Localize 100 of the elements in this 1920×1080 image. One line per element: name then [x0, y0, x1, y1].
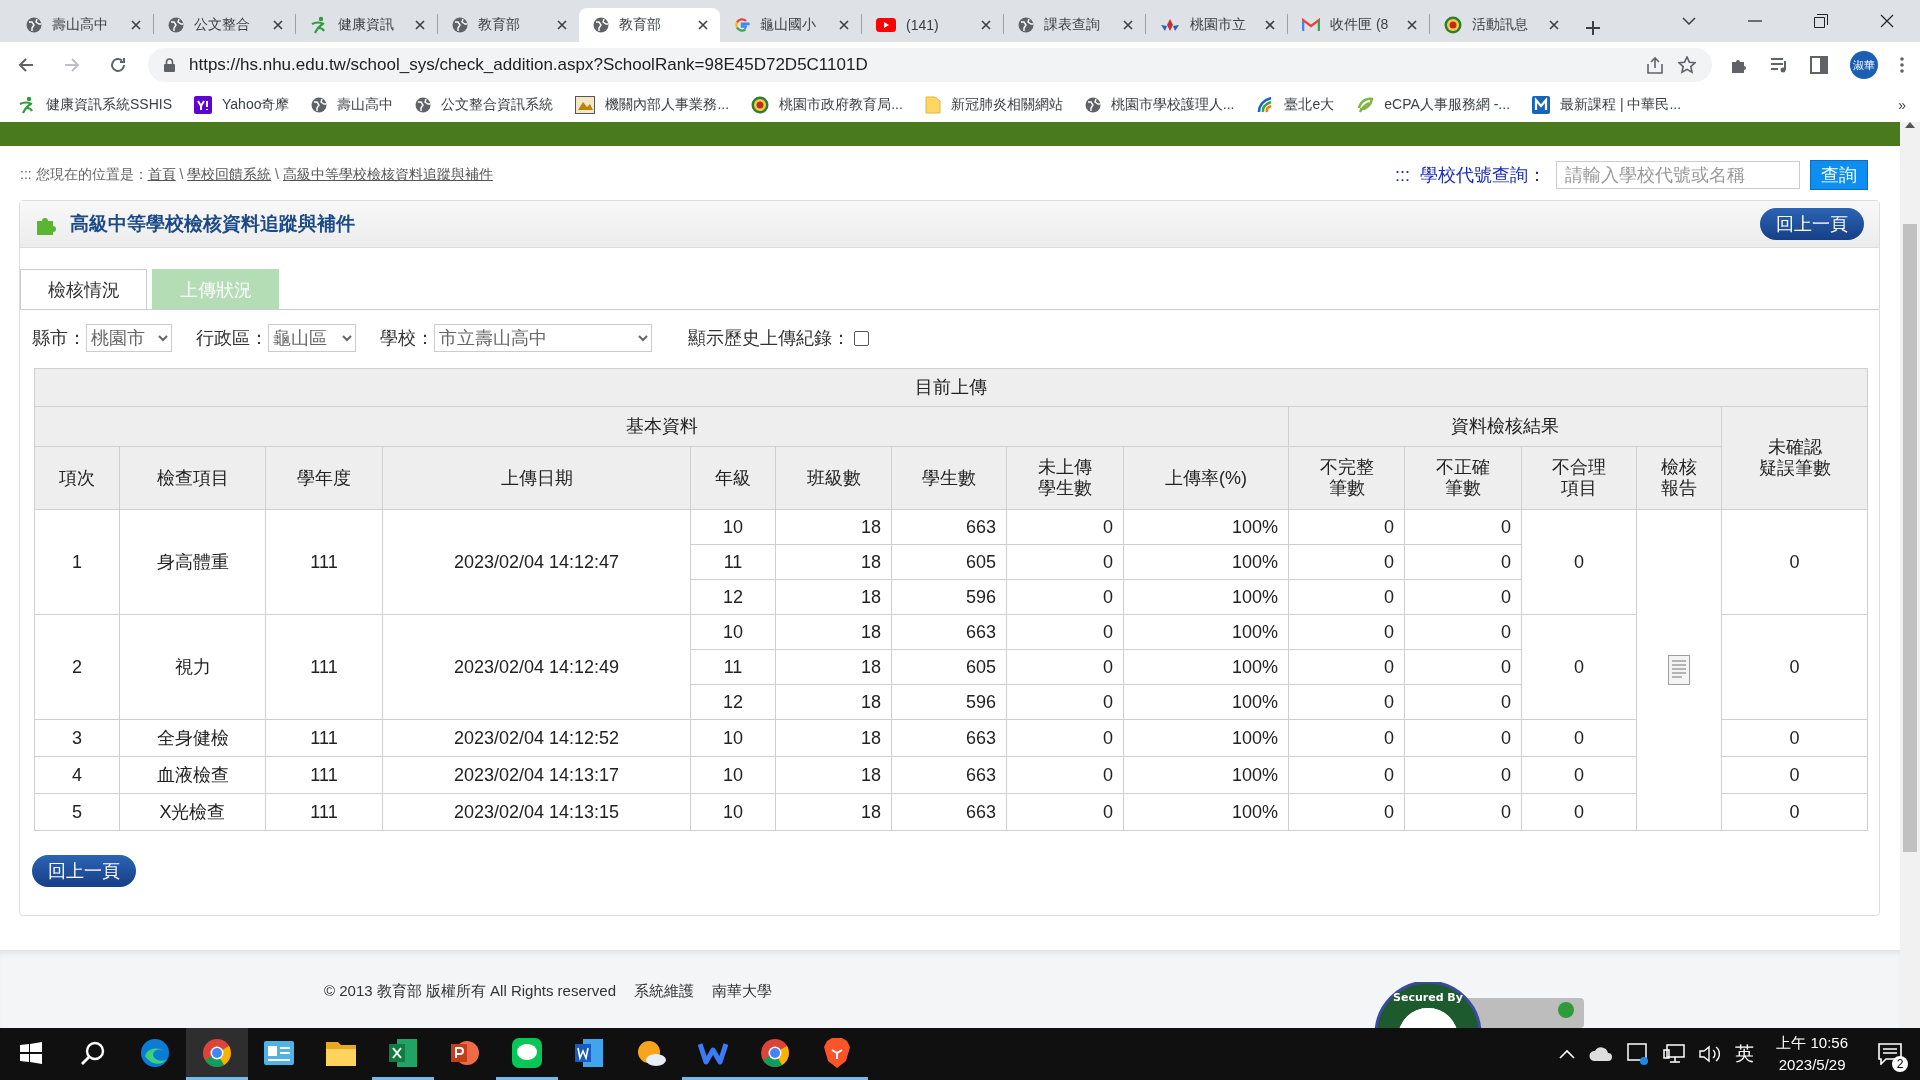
- table-cell: 100%: [1123, 649, 1289, 685]
- tab[interactable]: 檢核情況: [20, 269, 147, 309]
- browser-tab[interactable]: 健康資訊: [296, 8, 437, 42]
- m-logo-icon: [1532, 96, 1551, 114]
- bookmark[interactable]: 健康資訊系統SSHIS: [18, 96, 172, 114]
- back-button[interactable]: 回上一頁: [1760, 208, 1864, 240]
- bookmark[interactable]: 臺北e大: [1256, 96, 1335, 114]
- sprout-icon: [310, 16, 328, 34]
- bookmark[interactable]: 桃園市政府教育局...: [751, 96, 903, 114]
- weather-icon: [636, 1039, 666, 1066]
- table-cell: 0: [1006, 684, 1124, 720]
- bookmark[interactable]: 桃園市學校護理人...: [1084, 96, 1235, 114]
- side-panel-icon: [1810, 56, 1828, 74]
- new-tab-icon[interactable]: [1585, 20, 1601, 36]
- filter-label: 顯示歷史上傳紀錄：: [688, 327, 850, 350]
- chevron-up-icon: [1559, 1049, 1576, 1059]
- bookmark[interactable]: 新冠肺炎相關網站: [924, 96, 1063, 114]
- yahoo-icon: [194, 96, 212, 114]
- more-bookmarks-button[interactable]: »: [1898, 97, 1906, 113]
- district-dropdown[interactable]: 龜山區: [268, 324, 356, 352]
- breadcrumb-link[interactable]: 學校回饋系統: [187, 166, 272, 182]
- table-cell: 10: [690, 793, 776, 831]
- breadcrumb-link[interactable]: 高級中等學校檢核資料追蹤與補件: [282, 166, 493, 182]
- browser-tab[interactable]: 教育部: [438, 8, 579, 42]
- table-cell: 18: [775, 719, 892, 757]
- table-cell: 3: [34, 719, 120, 757]
- table-cell: 0: [1288, 614, 1405, 650]
- table-cell: 1: [34, 509, 120, 615]
- table-cell: 0: [1404, 509, 1522, 545]
- chrome-icon: [760, 1037, 790, 1068]
- bookmark[interactable]: eCPA人事服務網 -...: [1356, 96, 1511, 114]
- bookmark[interactable]: Yahoo奇摩: [194, 96, 290, 114]
- table-cell: 0: [1721, 719, 1868, 757]
- close-icon: [557, 20, 567, 30]
- globe-icon: [168, 17, 184, 33]
- table-cell: 視力: [119, 614, 266, 720]
- browser-tab[interactable]: 收件匣 (8: [1288, 8, 1429, 42]
- column-header: 項次: [58, 467, 96, 489]
- emblem-icon: [751, 96, 770, 114]
- bookmark[interactable]: 壽山高中: [311, 96, 394, 114]
- table-cell: 0: [1721, 614, 1868, 720]
- column-header: 項目: [1560, 478, 1598, 499]
- column-header: 不正確: [1435, 457, 1491, 478]
- browser-tab[interactable]: 課表查詢: [1004, 8, 1145, 42]
- notification-button[interactable]: 2: [1870, 1034, 1910, 1074]
- table-cell: 4: [34, 756, 120, 794]
- search-field[interactable]: 請輸入學校代號或名稱: [1556, 161, 1800, 189]
- history-checkbox[interactable]: [854, 330, 869, 346]
- table-cell: 11: [690, 649, 776, 685]
- table-cell: 596: [891, 684, 1007, 720]
- search-icon[interactable]: [80, 1039, 106, 1066]
- chrome-icon: [202, 1037, 232, 1068]
- browser-tab[interactable]: 教育部: [579, 8, 720, 42]
- browser-tab[interactable]: 壽山高中: [12, 8, 153, 42]
- table-cell: 0: [1721, 509, 1868, 615]
- address-bar[interactable]: https://hs.nhu.edu.tw/school_sys/check_addition.aspx?SchoolRank=98E45D72D5C1101D: [148, 48, 1712, 82]
- table-cell: 18: [775, 793, 892, 831]
- bookmark[interactable]: 最新課程 | 中華民...: [1532, 96, 1682, 114]
- table-cell: 2023/02/04 14:13:17: [382, 756, 691, 794]
- scrollbar[interactable]: [1900, 122, 1920, 1028]
- browser-tab[interactable]: 龜山國小: [720, 8, 861, 42]
- browser-tab[interactable]: 公文整合: [154, 8, 295, 42]
- minimize-icon: [1748, 20, 1762, 22]
- column-header: 不完整: [1318, 457, 1375, 478]
- clock[interactable]: 上午 10:56 2023/5/29: [1776, 1031, 1848, 1077]
- column-header: 疑誤筆數: [1757, 458, 1832, 479]
- bookmark[interactable]: 機關內部人事業務...: [575, 96, 730, 114]
- input-method-indicator[interactable]: 英: [1735, 1041, 1755, 1067]
- table-cell: 10: [690, 756, 776, 794]
- table-cell: 100%: [1123, 684, 1289, 720]
- windows-icon[interactable]: [20, 1041, 42, 1064]
- table-cell: 111: [265, 509, 383, 615]
- star-icon: [1678, 56, 1696, 74]
- globe-icon: [26, 17, 42, 33]
- table-cell: 2023/02/04 14:12:52: [382, 719, 691, 757]
- profile-avatar[interactable]: 淑華: [1850, 51, 1878, 79]
- school-dropdown[interactable]: 市立壽山高中: [434, 324, 652, 352]
- browser-tab[interactable]: 活動訊息: [1430, 8, 1571, 42]
- reload-icon: [110, 57, 126, 73]
- close-icon: [1123, 20, 1133, 30]
- table-cell: 663: [891, 614, 1007, 650]
- globe-icon: [1018, 17, 1034, 33]
- browser-tab[interactable]: (141): [862, 8, 1003, 42]
- city-dropdown[interactable]: 桃園市: [86, 324, 172, 352]
- table-cell: 0: [1721, 793, 1868, 831]
- table-cell: 111: [265, 793, 383, 831]
- browser-tab[interactable]: 桃園市立: [1146, 8, 1287, 42]
- breadcrumb: ::: 您現在的位置是：首頁 \ 學校回饋系統 \ 高級中等學校檢核資料追蹤與補件: [20, 166, 493, 184]
- speaker-icon: [1699, 1045, 1722, 1063]
- taskbar-app[interactable]: [186, 1028, 248, 1080]
- back-button[interactable]: 回上一頁: [32, 855, 136, 887]
- breadcrumb-link[interactable]: 首頁: [147, 166, 176, 182]
- table-cell: 605: [891, 544, 1007, 580]
- card-icon: [264, 1040, 294, 1065]
- globe-icon: [1084, 97, 1101, 113]
- table-cell: 2023/02/04 14:12:47: [382, 509, 691, 615]
- table-cell: 0: [1006, 579, 1124, 615]
- picture-icon: [575, 96, 596, 114]
- bookmark[interactable]: 公文整合資訊系統: [415, 96, 554, 114]
- table-cell: 0: [1006, 793, 1124, 831]
